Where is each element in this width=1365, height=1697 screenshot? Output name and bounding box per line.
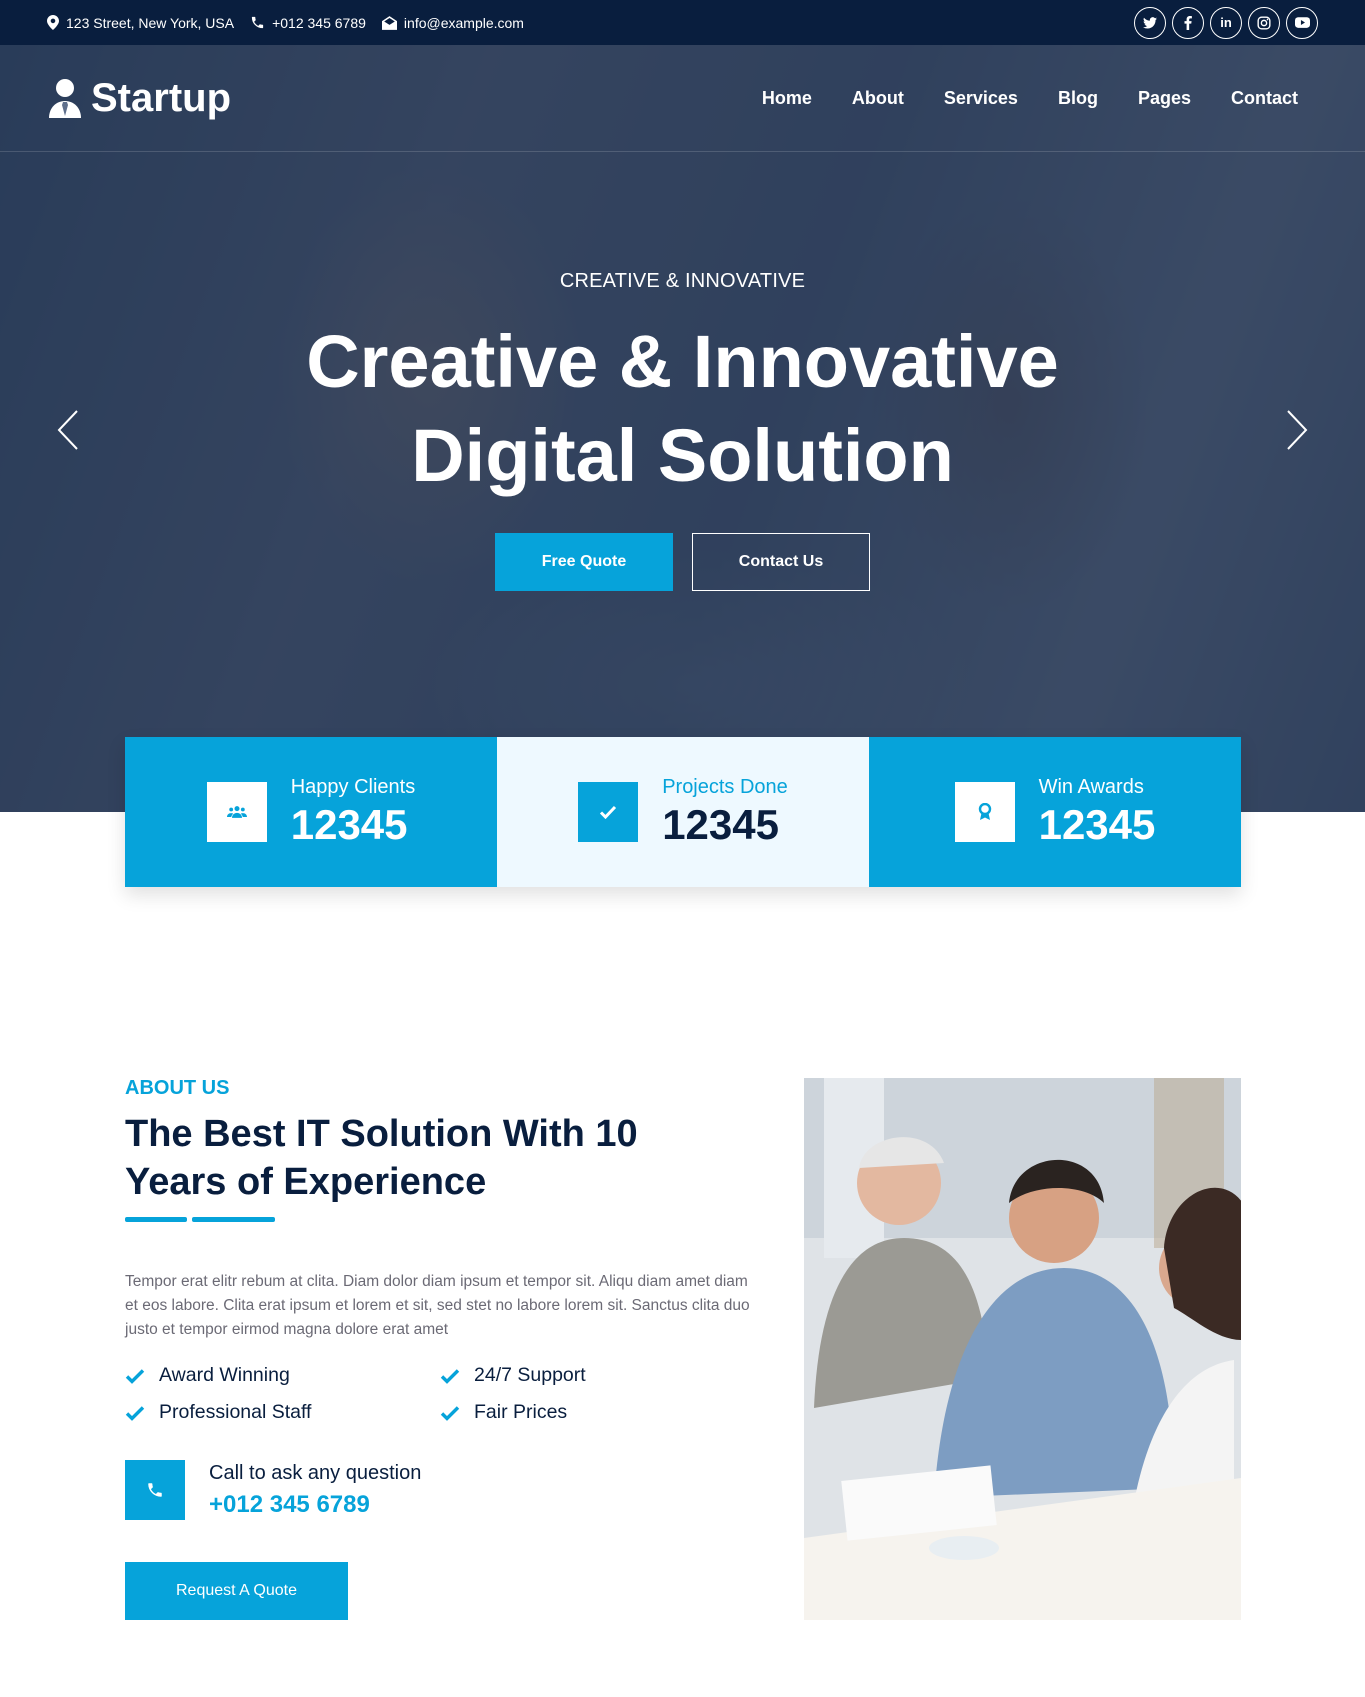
contact-us-button[interactable]: Contact Us (692, 533, 870, 591)
nav-services[interactable]: Services (944, 88, 1018, 109)
contact-info: 123 Street, New York, USA +012 345 6789 … (47, 15, 524, 31)
stat-text: Win Awards 12345 (1039, 776, 1156, 849)
email-item: info@example.com (381, 14, 524, 31)
stat-value: 12345 (662, 800, 779, 848)
nav-about[interactable]: About (852, 88, 904, 109)
map-marker-icon (47, 15, 59, 30)
top-bar: 123 Street, New York, USA +012 345 6789 … (0, 0, 1365, 45)
brand-logo[interactable]: Startup (47, 76, 231, 121)
about-kicker: ABOUT US (125, 1077, 230, 1099)
about-image (804, 1078, 1241, 1620)
stat-label: Win Awards (1038, 775, 1144, 798)
phone-icon (125, 1460, 185, 1520)
stats-bar: Happy Clients 12345 Projects Done 12345 … (125, 737, 1241, 887)
feature-label: Award Winning (159, 1364, 290, 1386)
feature-item: Professional Staff (125, 1401, 440, 1424)
facebook-icon[interactable] (1172, 6, 1204, 39)
check-icon (440, 1405, 460, 1421)
title-underline-2 (192, 1217, 275, 1222)
stat-projects-done: Projects Done 12345 (497, 737, 869, 887)
call-label: Call to ask any question (209, 1461, 422, 1484)
feature-item: Award Winning (125, 1364, 440, 1387)
brand-name: Startup (91, 75, 231, 120)
phone-item: +012 345 6789 (250, 15, 366, 31)
linkedin-icon[interactable]: in (1210, 6, 1242, 39)
instagram-icon[interactable] (1248, 6, 1280, 39)
title-underline-1 (125, 1217, 187, 1222)
feature-item: Fair Prices (440, 1401, 645, 1424)
address-text: 123 Street, New York, USA (66, 14, 235, 31)
hero-title-line-2: Digital Solution (411, 414, 954, 497)
feature-label: Fair Prices (474, 1401, 568, 1423)
check-icon (440, 1368, 460, 1384)
award-icon (954, 782, 1015, 842)
about-title: The Best IT Solution With 10 Years of Ex… (125, 1113, 638, 1203)
hero-title: Creative & Innovative Digital Solution (0, 315, 1365, 503)
feature-label: Professional Staff (159, 1401, 312, 1423)
hero-carousel: Startup Home About Services Blog Pages C… (0, 45, 1365, 812)
stat-value: 12345 (290, 800, 408, 848)
email-text: info@example.com (403, 14, 524, 31)
navbar: Startup Home About Services Blog Pages C… (0, 45, 1365, 152)
free-quote-button[interactable]: Free Quote (495, 533, 673, 591)
stat-win-awards: Win Awards 12345 (869, 737, 1241, 887)
hero-caption: CREATIVE & INNOVATIVE Creative & Innovat… (0, 270, 1365, 591)
check-icon (125, 1368, 145, 1384)
nav-home[interactable]: Home (762, 88, 812, 109)
hero-title-line-1: Creative & Innovative (306, 320, 1059, 403)
call-text: Call to ask any question +012 345 6789 (209, 1462, 421, 1519)
phone-text: +012 345 6789 (272, 14, 366, 31)
twitter-icon[interactable] (1134, 6, 1166, 39)
hero-buttons: Free Quote Contact Us (0, 533, 1365, 591)
phone-icon (251, 16, 264, 29)
nav-pages[interactable]: Pages (1138, 88, 1191, 109)
call-number[interactable]: +012 345 6789 (209, 1491, 421, 1519)
call-box: Call to ask any question +012 345 6789 (125, 1460, 421, 1520)
feature-list: Award Winning 24/7 Support Professional … (125, 1364, 645, 1424)
users-icon (206, 782, 267, 842)
nav-contact[interactable]: Contact (1231, 88, 1298, 109)
about-paragraph: Tempor erat elitr rebum at clita. Diam d… (125, 1273, 750, 1338)
social-links: in (1134, 6, 1318, 39)
main-nav: Home About Services Blog Pages Contact (762, 88, 1298, 109)
stat-label: Projects Done (662, 775, 788, 798)
stat-value: 12345 (1038, 800, 1156, 848)
request-quote-button[interactable]: Request A Quote (125, 1562, 348, 1620)
stat-text: Projects Done 12345 (662, 776, 788, 849)
hero-kicker: CREATIVE & INNOVATIVE (559, 270, 806, 292)
stat-text: Happy Clients 12345 (291, 776, 416, 849)
youtube-icon[interactable] (1286, 6, 1318, 39)
user-tie-icon (49, 79, 81, 118)
stat-happy-clients: Happy Clients 12345 (125, 737, 497, 887)
stat-label: Happy Clients (290, 775, 416, 798)
feature-label: 24/7 Support (474, 1364, 586, 1386)
feature-item: 24/7 Support (440, 1364, 645, 1387)
envelope-open-icon (381, 15, 397, 30)
check-icon (125, 1405, 145, 1421)
nav-blog[interactable]: Blog (1058, 88, 1098, 109)
address-item: 123 Street, New York, USA (47, 15, 234, 31)
check-icon (578, 782, 639, 842)
